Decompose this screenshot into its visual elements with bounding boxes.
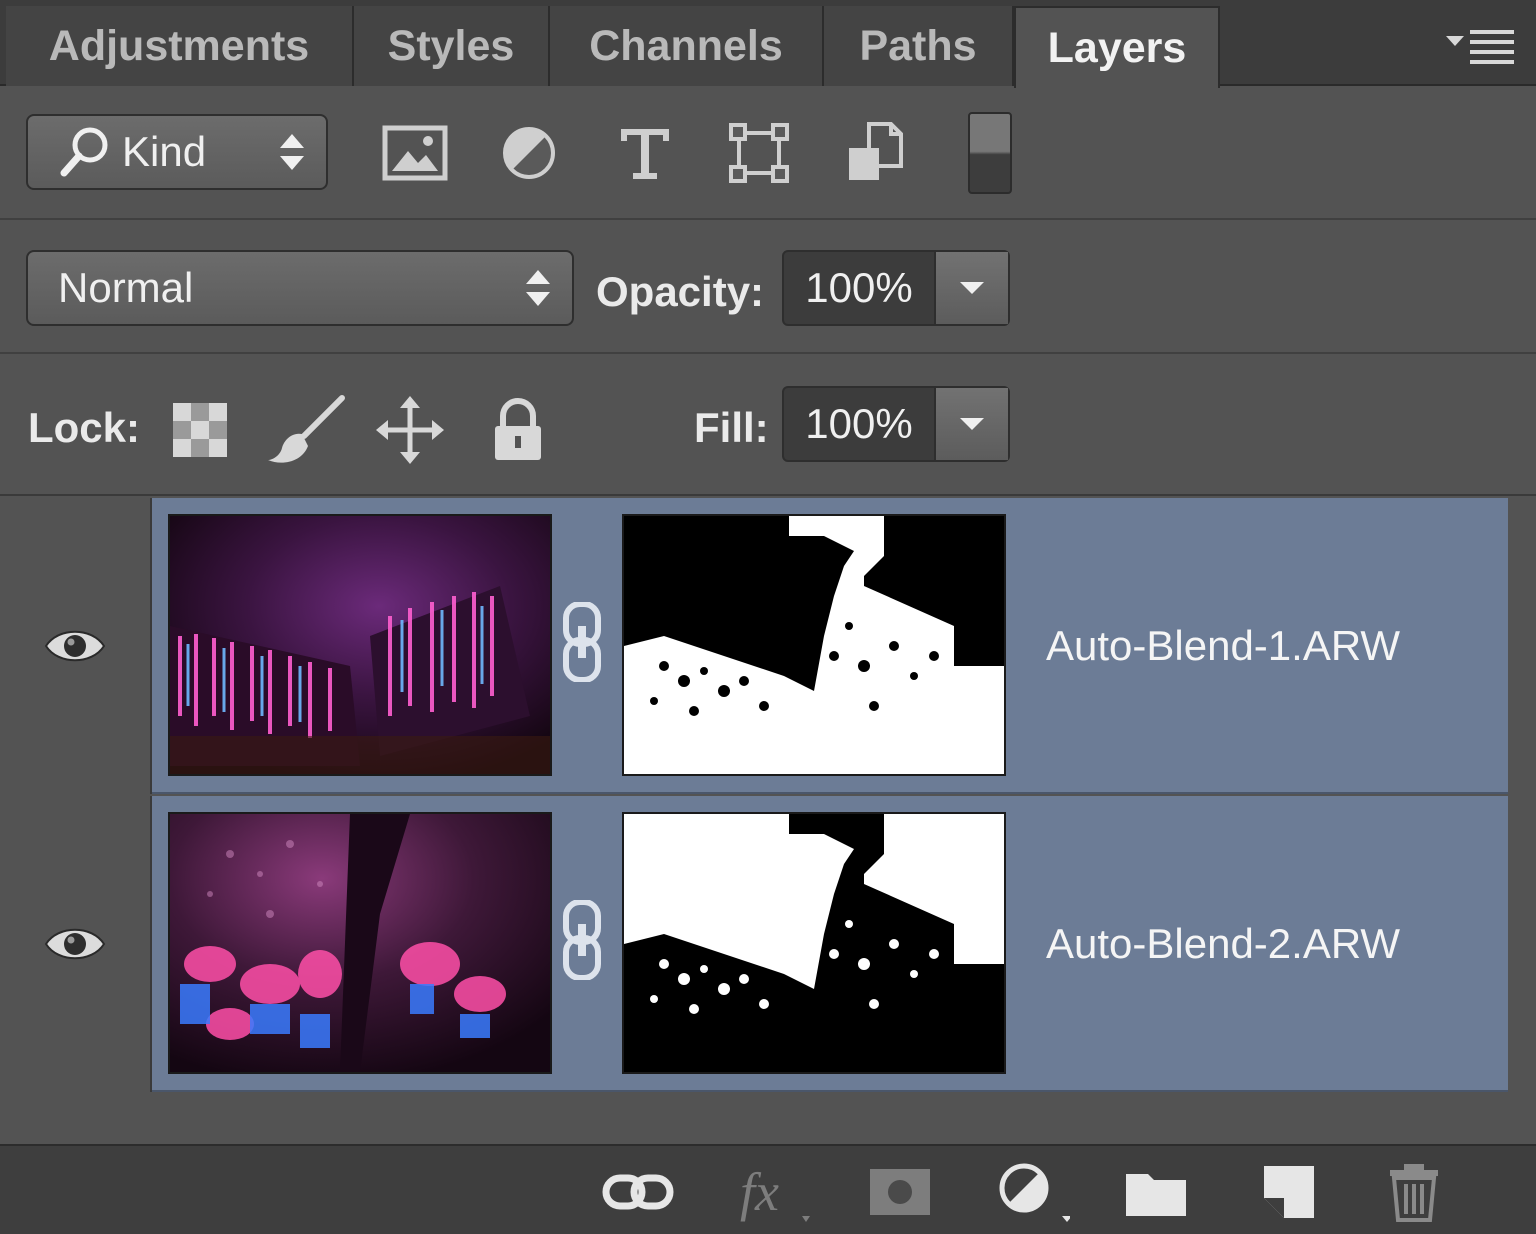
- fill-value[interactable]: 100%: [784, 388, 934, 460]
- lock-transparent-pixels-icon[interactable]: [160, 390, 240, 470]
- shape-filter-icon[interactable]: [724, 118, 794, 188]
- lock-row: Lock: Fill: 100%: [0, 356, 1536, 496]
- blend-mode-value: Normal: [58, 264, 194, 311]
- fill-label: Fill:: [694, 404, 769, 451]
- opacity-dropdown-button[interactable]: [934, 252, 1008, 324]
- fill-field[interactable]: 100%: [782, 386, 1010, 462]
- tab-styles[interactable]: Styles: [354, 6, 550, 86]
- link-layers-icon[interactable]: [598, 1160, 678, 1224]
- lock-all-icon[interactable]: [478, 390, 558, 470]
- eye-icon: [44, 928, 106, 960]
- opacity-label: Opacity:: [596, 268, 765, 315]
- panel-menu-icon[interactable]: [1446, 26, 1516, 66]
- opacity-value[interactable]: 100%: [784, 252, 934, 324]
- eye-icon: [44, 630, 106, 662]
- visibility-toggle[interactable]: [0, 796, 152, 1092]
- layer-mask-thumbnail[interactable]: [622, 812, 1006, 1074]
- tab-paths[interactable]: Paths: [824, 6, 1014, 86]
- mask-link-icon[interactable]: [560, 900, 604, 980]
- lock-label: Lock:: [28, 404, 141, 451]
- select-arrows-icon: [280, 134, 304, 170]
- fill-dropdown-button[interactable]: [934, 388, 1008, 460]
- opacity-field[interactable]: 100%: [782, 250, 1010, 326]
- visibility-toggle[interactable]: [0, 498, 152, 794]
- chevron-down-icon: [960, 282, 984, 294]
- layers-empty-area: [152, 1094, 1508, 1134]
- layers-footer-toolbar: fx: [0, 1144, 1536, 1234]
- adjustment-filter-icon[interactable]: [494, 118, 564, 188]
- layers-panel: Adjustments Styles Channels Paths Layers: [0, 0, 1536, 1234]
- new-group-icon[interactable]: [1116, 1160, 1196, 1224]
- tab-channels[interactable]: Channels: [550, 6, 824, 86]
- mask-link-icon[interactable]: [560, 602, 604, 682]
- image-filter-icon[interactable]: [380, 118, 450, 188]
- type-filter-icon[interactable]: [610, 118, 680, 188]
- search-icon: [58, 125, 112, 179]
- filter-toggle-switch[interactable]: [968, 112, 1012, 194]
- layer-image-thumbnail[interactable]: [168, 514, 552, 776]
- layer-name[interactable]: Auto-Blend-1.ARW: [1046, 498, 1400, 794]
- layer-name[interactable]: Auto-Blend-2.ARW: [1046, 796, 1400, 1092]
- blend-mode-select[interactable]: Normal: [26, 250, 574, 326]
- layer-item-body[interactable]: Auto-Blend-2.ARW: [152, 796, 1508, 1092]
- layer-filter-row: Kind: [0, 88, 1536, 220]
- tab-layers[interactable]: Layers: [1014, 6, 1220, 88]
- new-adjustment-layer-icon[interactable]: [990, 1160, 1070, 1224]
- layers-list: Auto-Blend-1.ARW Auto-Blend-2.ARW: [0, 498, 1536, 1144]
- lock-position-icon[interactable]: [370, 390, 450, 470]
- filter-kind-select[interactable]: Kind: [26, 114, 328, 190]
- delete-layer-icon[interactable]: [1374, 1160, 1454, 1224]
- chevron-down-icon: [960, 418, 984, 430]
- layer-row[interactable]: Auto-Blend-2.ARW: [0, 796, 1508, 1092]
- filter-kind-label: Kind: [122, 128, 207, 175]
- layer-row[interactable]: Auto-Blend-1.ARW: [0, 498, 1508, 794]
- select-arrows-icon: [526, 270, 550, 306]
- svg-text:fx: fx: [740, 1162, 779, 1222]
- new-layer-icon[interactable]: [1248, 1160, 1328, 1224]
- add-mask-icon[interactable]: [860, 1160, 940, 1224]
- smart-object-filter-icon[interactable]: [840, 118, 910, 188]
- blend-row: Normal Opacity: 100%: [0, 222, 1536, 354]
- layer-mask-thumbnail[interactable]: [622, 514, 1006, 776]
- layer-image-thumbnail[interactable]: [168, 812, 552, 1074]
- tab-adjustments[interactable]: Adjustments: [6, 6, 354, 86]
- layer-item-body[interactable]: Auto-Blend-1.ARW: [152, 498, 1508, 794]
- fx-icon[interactable]: fx: [730, 1160, 810, 1224]
- lock-image-pixels-icon[interactable]: [266, 390, 346, 470]
- panel-tab-bar: Adjustments Styles Channels Paths Layers: [0, 0, 1536, 88]
